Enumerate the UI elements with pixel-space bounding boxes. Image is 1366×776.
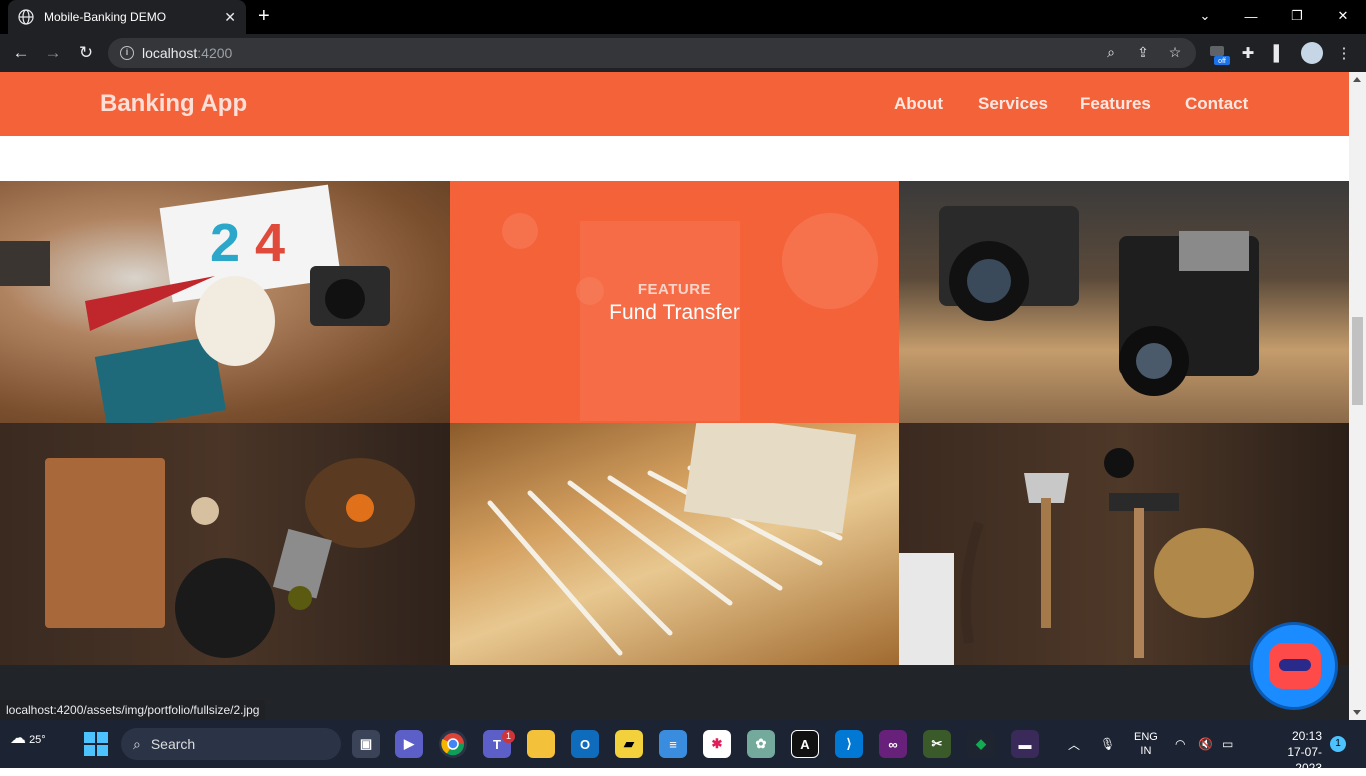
slack-icon[interactable]: ✱: [703, 730, 731, 758]
brand-logo[interactable]: Banking App: [100, 90, 247, 118]
feature-label: FEATURE: [637, 281, 712, 298]
temperature: 25°: [29, 734, 46, 746]
nav-features[interactable]: Features: [1080, 94, 1151, 114]
microphone-icon[interactable]: 🎙: [1100, 720, 1115, 768]
site-navbar: Banking App About Services Features Cont…: [0, 72, 1349, 136]
app-icon[interactable]: A: [791, 730, 819, 758]
close-tab-icon[interactable]: ✕: [224, 9, 236, 26]
scroll-down-arrow-icon[interactable]: [1353, 710, 1361, 715]
web-page: Banking App About Services Features Cont…: [0, 72, 1349, 720]
site-info-icon[interactable]: i: [120, 46, 134, 60]
bookmark-star-icon[interactable]: ☆: [1166, 44, 1184, 62]
restore-button[interactable]: ❐: [1274, 0, 1320, 32]
profile-avatar[interactable]: [1301, 42, 1323, 64]
svg-text:4: 4: [255, 213, 285, 273]
search-label: Search: [150, 736, 196, 752]
system-clock[interactable]: 20:13 17-07-2023: [1282, 728, 1322, 776]
taskbar-search[interactable]: ⌕ Search: [121, 728, 341, 760]
browser-tab[interactable]: Mobile-Banking DEMO ✕: [8, 0, 246, 34]
volume-muted-icon[interactable]: 🔇: [1198, 720, 1213, 768]
battery-icon[interactable]: ▭: [1222, 720, 1233, 768]
url-field[interactable]: i localhost:4200 ⌕ ⇪ ☆: [108, 38, 1196, 68]
nav-services[interactable]: Services: [978, 94, 1048, 114]
wifi-icon[interactable]: ◠: [1175, 720, 1185, 768]
portfolio-item-5[interactable]: [450, 423, 899, 665]
back-icon[interactable]: ←: [10, 42, 32, 64]
pencils-photo: [487, 423, 857, 656]
svg-text:off: off: [1218, 58, 1226, 65]
new-tab-button[interactable]: +: [258, 6, 270, 26]
teams-badge: 1: [502, 730, 515, 743]
weather-widget[interactable]: ☁ 25°: [10, 728, 46, 748]
portfolio-item-1[interactable]: 2 4: [0, 181, 450, 423]
portfolio-item-4[interactable]: [0, 423, 450, 665]
notification-badge[interactable]: 1: [1330, 736, 1346, 752]
vscode-icon[interactable]: ⟩: [835, 730, 863, 758]
close-window-button[interactable]: ✕: [1320, 0, 1366, 32]
start-button[interactable]: [84, 732, 108, 756]
show-hidden-icons[interactable]: ︿: [1068, 720, 1080, 768]
feature-title: Fund Transfer: [609, 301, 740, 324]
sticky-notes-icon[interactable]: ▰: [615, 730, 643, 758]
side-panel-icon[interactable]: ▌: [1268, 42, 1290, 64]
status-bar-url: localhost:4200/assets/img/portfolio/full…: [0, 700, 266, 720]
nav-about[interactable]: About: [894, 94, 943, 114]
reload-icon[interactable]: ↻: [75, 42, 97, 64]
visual-studio-icon[interactable]: ∞: [879, 730, 907, 758]
zoom-icon[interactable]: ⌕: [1102, 44, 1120, 62]
cameras-photo: [939, 206, 1259, 396]
search-icon: ⌕: [133, 735, 141, 752]
cloud-icon: ☁: [10, 730, 26, 747]
tools-app-icon[interactable]: ✂: [923, 730, 951, 758]
url-text: localhost:4200: [142, 45, 233, 61]
file-explorer-icon[interactable]: [527, 730, 555, 758]
tab-title: Mobile-Banking DEMO: [44, 10, 167, 24]
nav-contact[interactable]: Contact: [1185, 94, 1248, 114]
minimize-button[interactable]: —: [1228, 0, 1274, 32]
globe-icon: [18, 9, 34, 25]
tab-search-icon[interactable]: ⌄: [1182, 0, 1228, 32]
chrome-icon[interactable]: [439, 730, 467, 758]
scroll-up-arrow-icon[interactable]: [1353, 77, 1361, 82]
terminal-icon[interactable]: ▬: [1011, 730, 1039, 758]
address-bar: ← → ↻ i localhost:4200 ⌕ ⇪ ☆: [0, 34, 1366, 72]
task-view-icon[interactable]: ▣: [352, 730, 380, 758]
browser-tab-bar: Mobile-Banking DEMO ✕ + ⌄ — ❐ ✕: [0, 0, 1366, 34]
mongodb-icon[interactable]: ◆: [967, 730, 995, 758]
svg-text:2: 2: [210, 213, 240, 273]
desk-items-photo: 2 4: [0, 184, 390, 423]
more-menu-icon[interactable]: ⋮: [1333, 42, 1355, 64]
portfolio-item-3[interactable]: [899, 181, 1349, 423]
share-icon[interactable]: ⇪: [1134, 44, 1152, 62]
extensions-puzzle-icon[interactable]: ✚: [1237, 42, 1259, 64]
chatgpt-icon[interactable]: ✿: [747, 730, 775, 758]
language-indicator[interactable]: ENG IN: [1134, 720, 1158, 768]
outlook-icon[interactable]: O: [571, 730, 599, 758]
notepad-icon[interactable]: ≡: [659, 730, 687, 758]
extension-off-icon[interactable]: off: [1208, 44, 1230, 66]
portfolio-grid: 2 4 FEATURE Fund Transfer: [0, 181, 1349, 665]
forward-icon[interactable]: →: [42, 42, 64, 64]
kitchen-photo: [45, 458, 415, 658]
meet-icon[interactable]: ▶: [395, 730, 423, 758]
scroll-thumb[interactable]: [1352, 317, 1363, 405]
windows-taskbar: ☁ 25° ⌕ Search ▣ ▶ T 1 O ▰ ≡ ✱ ✿ A ⟩ ∞ ✂…: [0, 720, 1366, 775]
portfolio-item-feature[interactable]: FEATURE Fund Transfer: [450, 181, 899, 423]
chatbot-launcher-icon[interactable]: [1250, 622, 1338, 710]
page-scrollbar[interactable]: [1349, 72, 1366, 720]
